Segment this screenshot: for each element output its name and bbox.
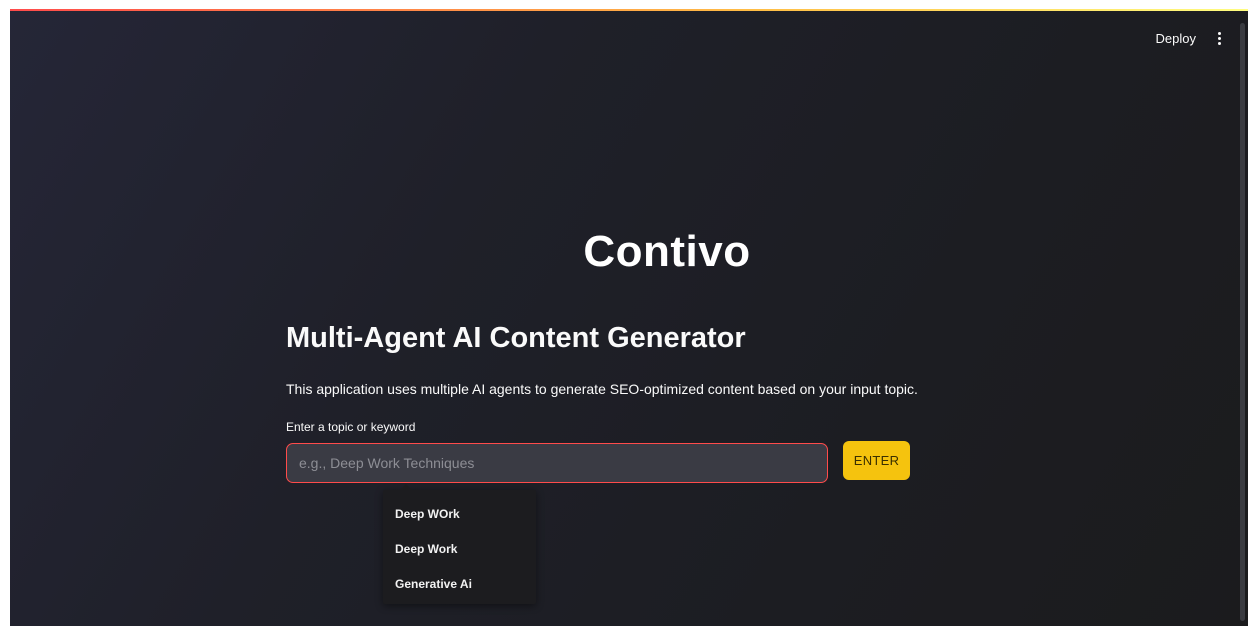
kebab-dot bbox=[1217, 42, 1221, 45]
page-title: Contivo bbox=[583, 227, 751, 276]
topic-input[interactable] bbox=[299, 455, 827, 471]
autocomplete-item[interactable]: Deep WOrk bbox=[395, 507, 460, 521]
top-decoration-line bbox=[10, 9, 1248, 11]
deploy-button[interactable]: Deploy bbox=[1148, 27, 1204, 50]
page-subtitle: Multi-Agent AI Content Generator bbox=[286, 322, 746, 354]
kebab-menu-icon[interactable] bbox=[1210, 30, 1228, 48]
autocomplete-item[interactable]: Deep Work bbox=[395, 542, 457, 556]
topic-input-label: Enter a topic or keyword bbox=[286, 420, 416, 434]
enter-button[interactable]: ENTER bbox=[843, 441, 910, 480]
vertical-scrollbar[interactable] bbox=[1240, 23, 1245, 621]
autocomplete-item[interactable]: Generative Ai bbox=[395, 577, 472, 591]
kebab-dot bbox=[1217, 32, 1221, 35]
header-toolbar: Deploy bbox=[1148, 27, 1228, 50]
topic-input-container[interactable] bbox=[286, 443, 828, 483]
dropdown-caret bbox=[400, 484, 412, 490]
app-container: Deploy Contivo Multi-Agent AI Content Ge… bbox=[10, 9, 1248, 626]
page-description: This application uses multiple AI agents… bbox=[286, 381, 918, 397]
autocomplete-dropdown: Deep WOrk Deep Work Generative Ai bbox=[383, 484, 536, 604]
browser-frame: Deploy Contivo Multi-Agent AI Content Ge… bbox=[0, 0, 1257, 626]
kebab-dot bbox=[1217, 37, 1221, 40]
